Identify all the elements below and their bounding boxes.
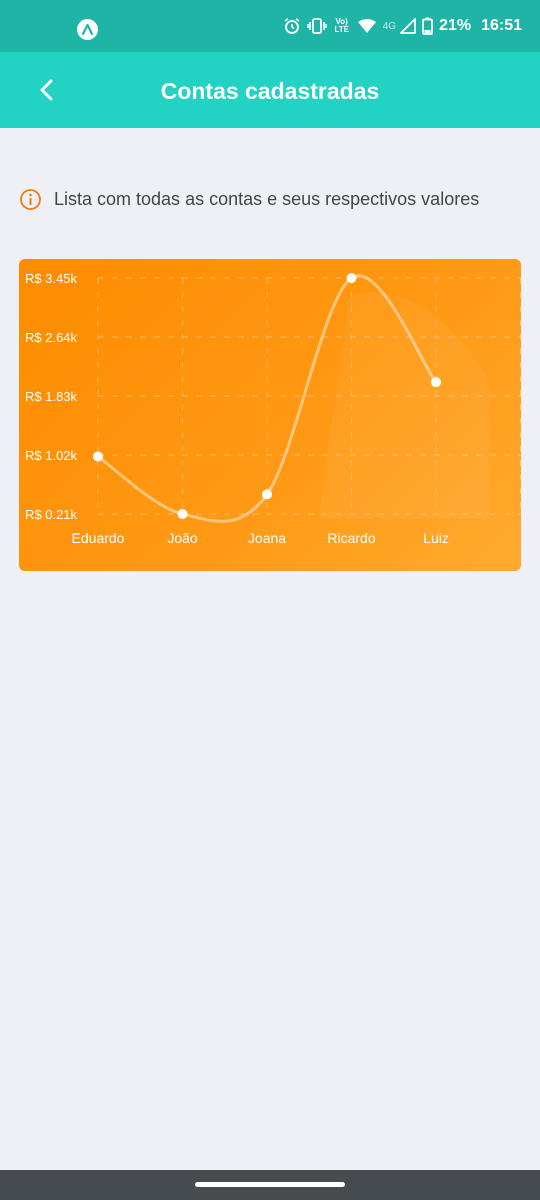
app-a-icon [77,19,98,40]
system-nav-bar [0,1170,540,1200]
x-tick-label: Luiz [423,530,449,546]
line-chart: R$ 3.45k R$ 2.64k R$ 1.83k R$ 1.02k R$ 0.21k… [25,271,521,546]
accounts-chart: R$ 3.45k R$ 2.64k R$ 1.83k R$ 1.02k R$ 0.21k… [19,259,521,571]
battery-percent: 21% [439,17,472,34]
app-bar: Contas cadastradas [0,52,540,128]
y-tick-label: R$ 3.45k [25,271,78,286]
x-tick-label: João [167,530,198,546]
alarm-icon [283,17,301,35]
info-icon [19,188,42,211]
battery-icon [422,17,433,35]
y-tick-label: R$ 0.21k [25,507,78,522]
page-title: Contas cadastradas [160,78,380,104]
x-tick-label: Eduardo [72,530,125,546]
home-gesture-bar[interactable] [195,1182,345,1187]
x-tick-label: Ricardo [327,530,375,546]
info-message: Lista com todas as contas e seus respect… [19,186,479,212]
data-point [346,273,357,283]
y-tick-label: R$ 1.02k [25,448,78,463]
y-tick-label: R$ 1.83k [25,389,78,404]
volte-icon: Vo) LTE [334,17,349,34]
y-tick-label: R$ 2.64k [25,330,78,345]
wifi-icon [357,18,377,34]
x-tick-label: Joana [248,530,286,546]
data-point [93,451,103,462]
network-type: 4G [382,20,397,32]
data-point [177,509,188,519]
status-icons: Vo) LTE 4G 21% 16:51 [283,0,522,52]
status-bar: Vo) LTE 4G 21% 16:51 [0,0,540,52]
clock: 16:51 [481,17,522,34]
data-point [431,377,441,388]
signal-icon [400,18,416,34]
vibrate-icon [306,17,327,35]
data-point [262,489,272,500]
info-text: Lista com todas as contas e seus respect… [54,188,480,209]
